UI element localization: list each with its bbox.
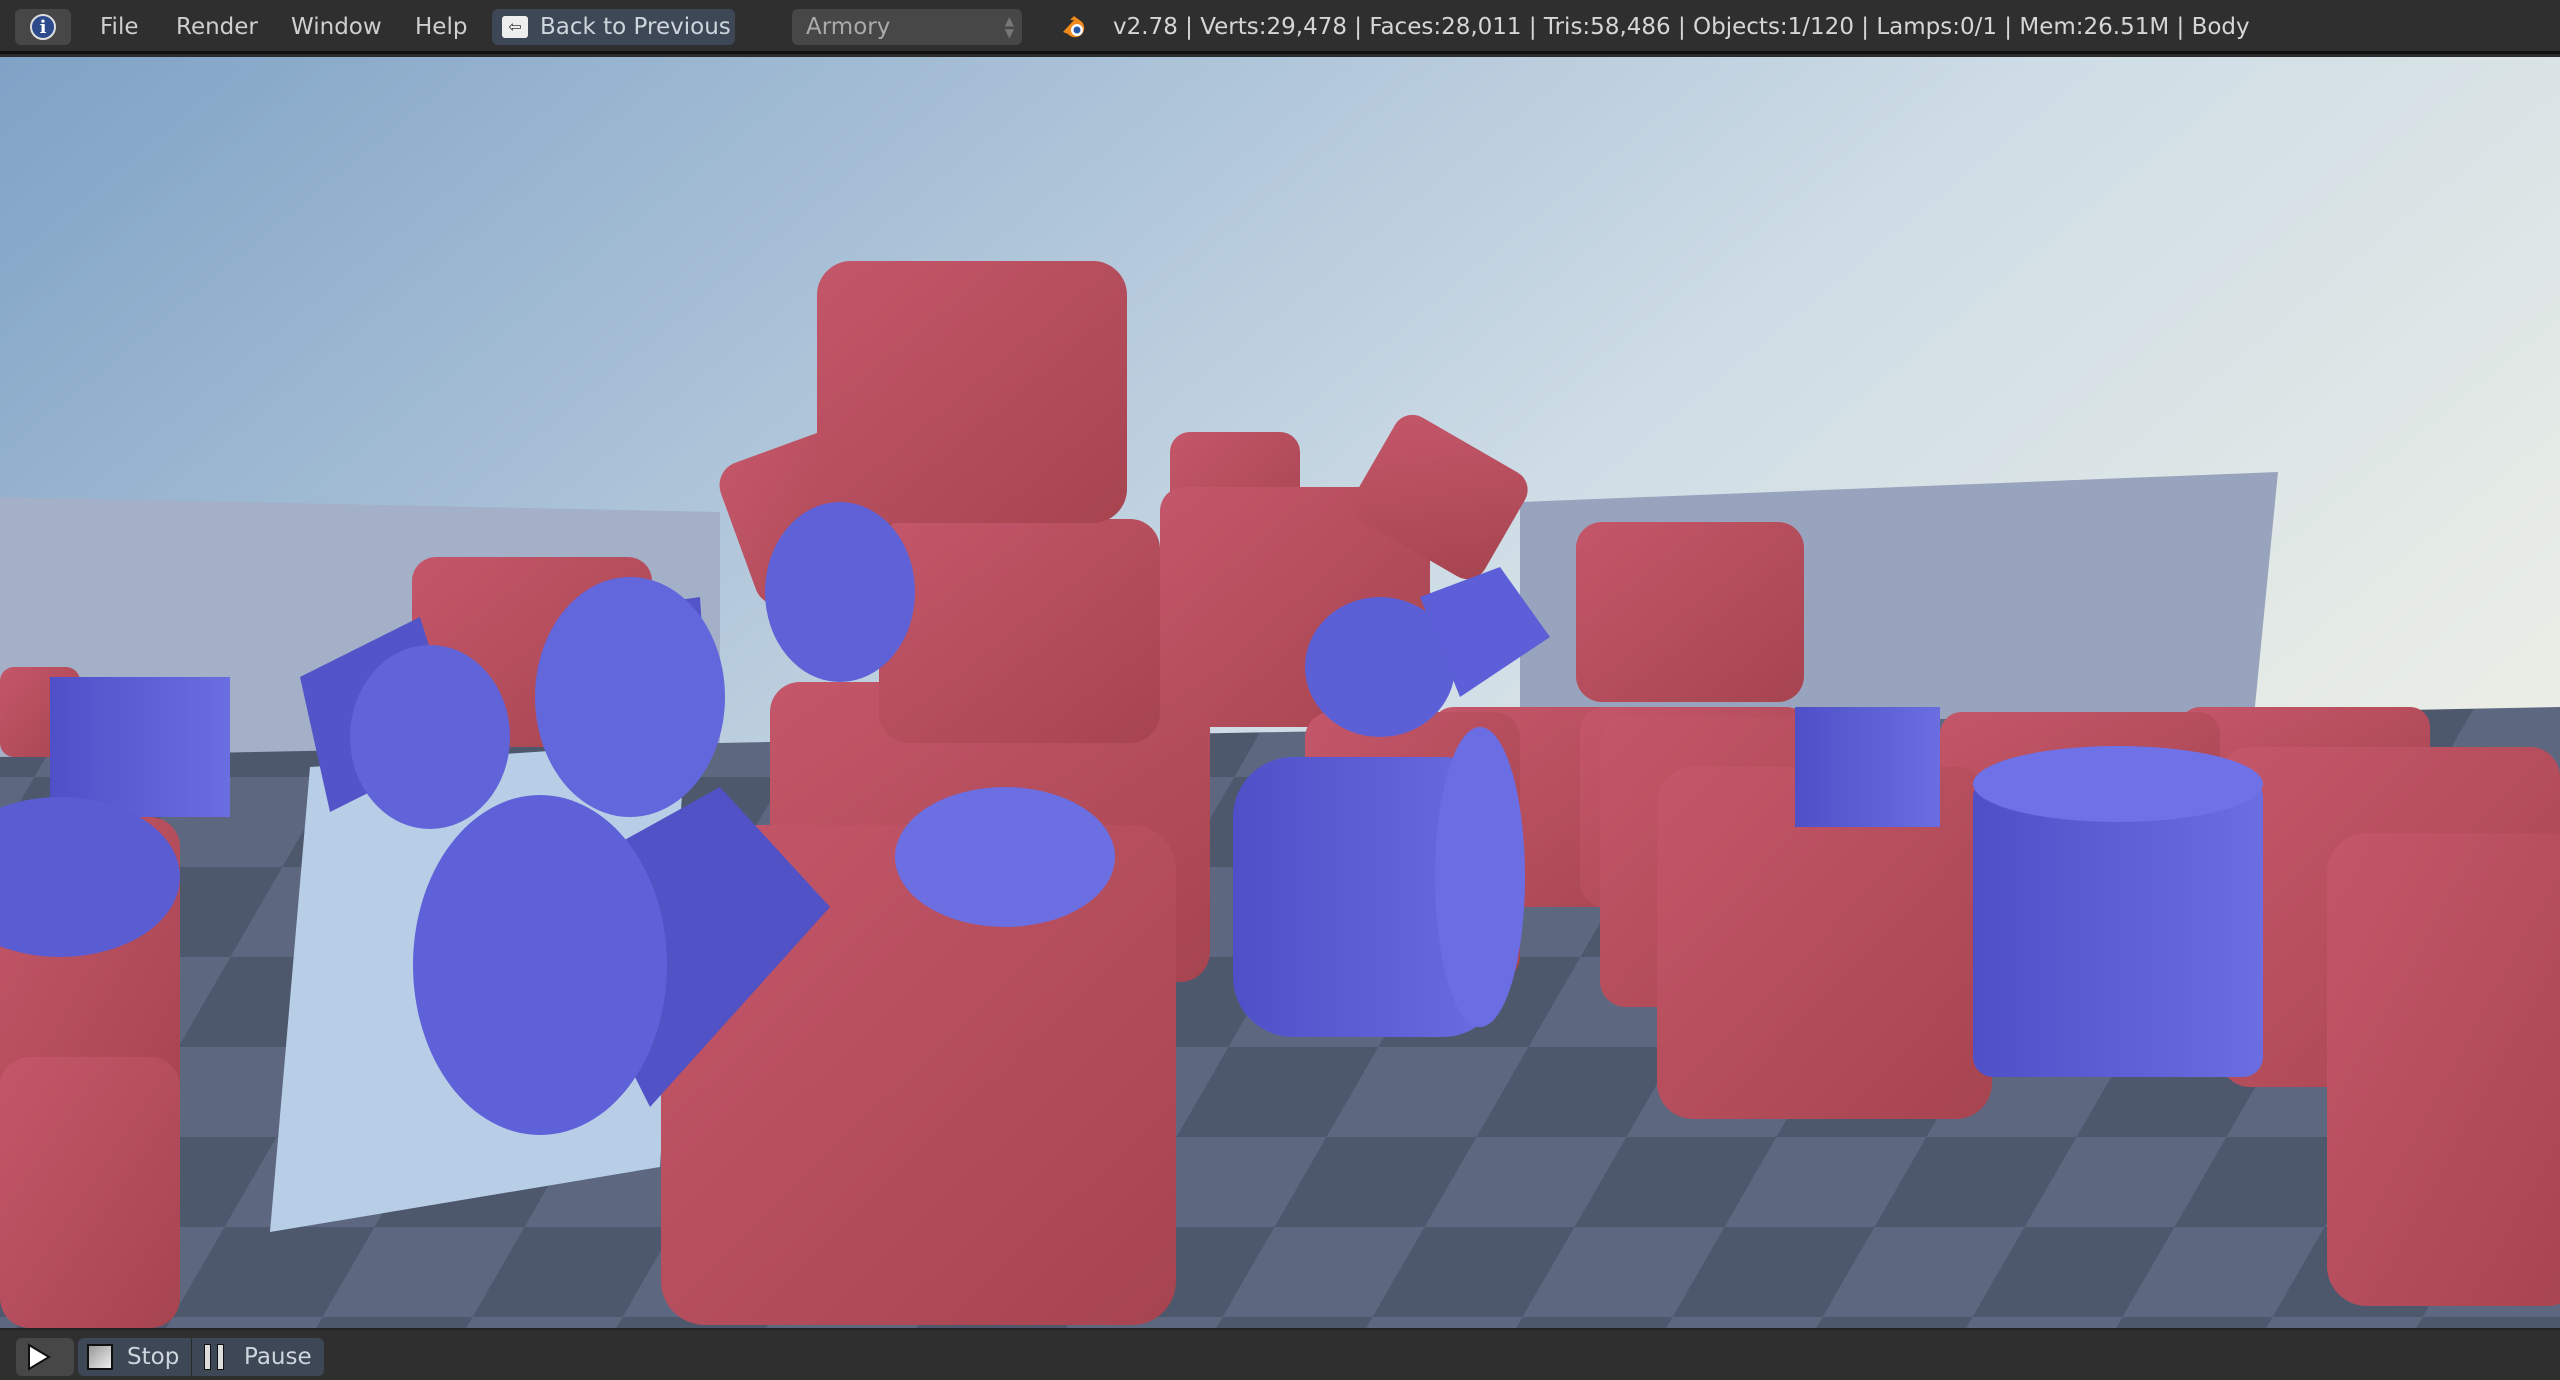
menu-window[interactable]: Window (291, 14, 382, 40)
stop-label: Stop (127, 1344, 180, 1370)
pause-icon (204, 1344, 226, 1370)
pause-label: Pause (244, 1344, 312, 1370)
menu-render[interactable]: Render (176, 14, 258, 40)
render-engine-value: Armory (806, 14, 891, 40)
scene-render (0, 57, 2560, 1328)
play-button[interactable] (16, 1338, 74, 1376)
info-icon: i (30, 14, 56, 40)
play-icon (28, 1343, 51, 1371)
3d-viewport[interactable] (0, 57, 2560, 1328)
stop-button[interactable]: Stop (78, 1338, 192, 1376)
stop-icon (87, 1344, 113, 1370)
render-engine-dropdown[interactable]: Armory ▲ ▼ (792, 9, 1022, 45)
back-arrow-icon: ⇦ (502, 16, 528, 38)
back-label: Back to Previous (540, 14, 731, 40)
blender-logo-icon (1063, 16, 1085, 38)
dropdown-arrows-icon: ▲ ▼ (1004, 14, 1014, 40)
pause-button[interactable]: Pause (192, 1338, 324, 1376)
editor-type-button[interactable]: i (15, 9, 71, 45)
menu-help[interactable]: Help (415, 14, 467, 40)
scene-stats: v2.78 | Verts:29,478 | Faces:28,011 | Tr… (1113, 14, 2250, 40)
back-to-previous-button[interactable]: ⇦ Back to Previous (492, 9, 735, 45)
menu-file[interactable]: File (100, 14, 139, 40)
top-header: i File Render Window Help ⇦ Back to Previ… (0, 0, 2560, 54)
game-controls-bar: Stop Pause (0, 1328, 2560, 1380)
